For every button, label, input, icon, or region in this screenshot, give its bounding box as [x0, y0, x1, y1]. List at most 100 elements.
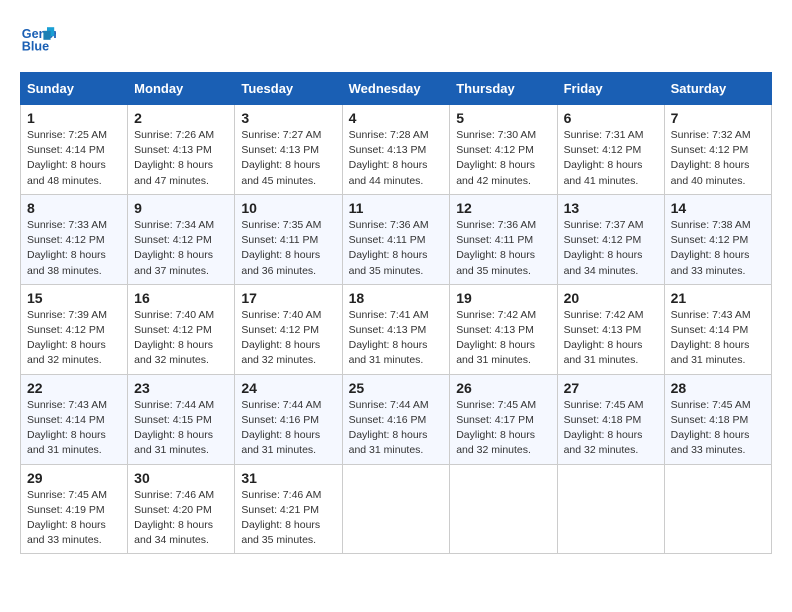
day-info: Sunrise: 7:42 AMSunset: 4:13 PMDaylight:… — [456, 309, 536, 367]
calendar-cell: 28 Sunrise: 7:45 AMSunset: 4:18 PMDaylig… — [664, 374, 771, 464]
calendar-cell: 26 Sunrise: 7:45 AMSunset: 4:17 PMDaylig… — [450, 374, 557, 464]
calendar-week-4: 22 Sunrise: 7:43 AMSunset: 4:14 PMDaylig… — [21, 374, 772, 464]
day-number: 30 — [134, 470, 228, 486]
calendar-cell: 24 Sunrise: 7:44 AMSunset: 4:16 PMDaylig… — [235, 374, 342, 464]
calendar-cell — [342, 464, 450, 554]
day-number: 26 — [456, 380, 550, 396]
calendar-cell: 30 Sunrise: 7:46 AMSunset: 4:20 PMDaylig… — [128, 464, 235, 554]
day-info: Sunrise: 7:31 AMSunset: 4:12 PMDaylight:… — [564, 129, 644, 187]
calendar-cell: 13 Sunrise: 7:37 AMSunset: 4:12 PMDaylig… — [557, 194, 664, 284]
calendar-cell: 3 Sunrise: 7:27 AMSunset: 4:13 PMDayligh… — [235, 105, 342, 195]
calendar-cell: 27 Sunrise: 7:45 AMSunset: 4:18 PMDaylig… — [557, 374, 664, 464]
logo-icon: General Blue — [20, 20, 56, 56]
day-number: 6 — [564, 110, 658, 126]
col-tuesday: Tuesday — [235, 73, 342, 105]
day-info: Sunrise: 7:45 AMSunset: 4:18 PMDaylight:… — [564, 399, 644, 457]
calendar-week-5: 29 Sunrise: 7:45 AMSunset: 4:19 PMDaylig… — [21, 464, 772, 554]
calendar-cell: 11 Sunrise: 7:36 AMSunset: 4:11 PMDaylig… — [342, 194, 450, 284]
calendar-cell: 29 Sunrise: 7:45 AMSunset: 4:19 PMDaylig… — [21, 464, 128, 554]
calendar-cell: 18 Sunrise: 7:41 AMSunset: 4:13 PMDaylig… — [342, 284, 450, 374]
day-number: 10 — [241, 200, 335, 216]
day-number: 16 — [134, 290, 228, 306]
day-info: Sunrise: 7:26 AMSunset: 4:13 PMDaylight:… — [134, 129, 214, 187]
day-info: Sunrise: 7:43 AMSunset: 4:14 PMDaylight:… — [671, 309, 751, 367]
calendar-cell: 21 Sunrise: 7:43 AMSunset: 4:14 PMDaylig… — [664, 284, 771, 374]
day-info: Sunrise: 7:38 AMSunset: 4:12 PMDaylight:… — [671, 219, 751, 277]
col-thursday: Thursday — [450, 73, 557, 105]
day-info: Sunrise: 7:46 AMSunset: 4:20 PMDaylight:… — [134, 489, 214, 547]
calendar-cell: 25 Sunrise: 7:44 AMSunset: 4:16 PMDaylig… — [342, 374, 450, 464]
calendar-cell: 23 Sunrise: 7:44 AMSunset: 4:15 PMDaylig… — [128, 374, 235, 464]
day-number: 31 — [241, 470, 335, 486]
day-number: 23 — [134, 380, 228, 396]
day-number: 15 — [27, 290, 121, 306]
day-info: Sunrise: 7:44 AMSunset: 4:16 PMDaylight:… — [241, 399, 321, 457]
calendar-cell: 12 Sunrise: 7:36 AMSunset: 4:11 PMDaylig… — [450, 194, 557, 284]
day-number: 4 — [349, 110, 444, 126]
calendar-cell: 20 Sunrise: 7:42 AMSunset: 4:13 PMDaylig… — [557, 284, 664, 374]
col-saturday: Saturday — [664, 73, 771, 105]
day-info: Sunrise: 7:36 AMSunset: 4:11 PMDaylight:… — [349, 219, 429, 277]
day-info: Sunrise: 7:36 AMSunset: 4:11 PMDaylight:… — [456, 219, 536, 277]
calendar-cell: 14 Sunrise: 7:38 AMSunset: 4:12 PMDaylig… — [664, 194, 771, 284]
day-number: 18 — [349, 290, 444, 306]
calendar-table: Sunday Monday Tuesday Wednesday Thursday… — [20, 72, 772, 554]
calendar-cell: 19 Sunrise: 7:42 AMSunset: 4:13 PMDaylig… — [450, 284, 557, 374]
day-number: 3 — [241, 110, 335, 126]
day-info: Sunrise: 7:39 AMSunset: 4:12 PMDaylight:… — [27, 309, 107, 367]
day-info: Sunrise: 7:28 AMSunset: 4:13 PMDaylight:… — [349, 129, 429, 187]
day-info: Sunrise: 7:27 AMSunset: 4:13 PMDaylight:… — [241, 129, 321, 187]
day-info: Sunrise: 7:42 AMSunset: 4:13 PMDaylight:… — [564, 309, 644, 367]
day-info: Sunrise: 7:44 AMSunset: 4:16 PMDaylight:… — [349, 399, 429, 457]
day-info: Sunrise: 7:32 AMSunset: 4:12 PMDaylight:… — [671, 129, 751, 187]
day-info: Sunrise: 7:45 AMSunset: 4:17 PMDaylight:… — [456, 399, 536, 457]
day-number: 13 — [564, 200, 658, 216]
calendar-cell: 5 Sunrise: 7:30 AMSunset: 4:12 PMDayligh… — [450, 105, 557, 195]
day-number: 14 — [671, 200, 765, 216]
col-monday: Monday — [128, 73, 235, 105]
day-number: 11 — [349, 200, 444, 216]
logo: General Blue — [20, 20, 60, 56]
calendar-cell — [557, 464, 664, 554]
day-number: 12 — [456, 200, 550, 216]
day-number: 19 — [456, 290, 550, 306]
day-number: 7 — [671, 110, 765, 126]
calendar-cell — [450, 464, 557, 554]
day-number: 2 — [134, 110, 228, 126]
calendar-cell: 9 Sunrise: 7:34 AMSunset: 4:12 PMDayligh… — [128, 194, 235, 284]
calendar-cell: 31 Sunrise: 7:46 AMSunset: 4:21 PMDaylig… — [235, 464, 342, 554]
calendar-cell: 4 Sunrise: 7:28 AMSunset: 4:13 PMDayligh… — [342, 105, 450, 195]
day-number: 28 — [671, 380, 765, 396]
day-number: 24 — [241, 380, 335, 396]
day-number: 22 — [27, 380, 121, 396]
header-row: Sunday Monday Tuesday Wednesday Thursday… — [21, 73, 772, 105]
calendar-cell: 22 Sunrise: 7:43 AMSunset: 4:14 PMDaylig… — [21, 374, 128, 464]
day-info: Sunrise: 7:37 AMSunset: 4:12 PMDaylight:… — [564, 219, 644, 277]
calendar-cell: 7 Sunrise: 7:32 AMSunset: 4:12 PMDayligh… — [664, 105, 771, 195]
calendar-cell: 1 Sunrise: 7:25 AMSunset: 4:14 PMDayligh… — [21, 105, 128, 195]
day-number: 20 — [564, 290, 658, 306]
day-number: 17 — [241, 290, 335, 306]
day-info: Sunrise: 7:46 AMSunset: 4:21 PMDaylight:… — [241, 489, 321, 547]
day-info: Sunrise: 7:43 AMSunset: 4:14 PMDaylight:… — [27, 399, 107, 457]
calendar-cell — [664, 464, 771, 554]
day-number: 9 — [134, 200, 228, 216]
day-info: Sunrise: 7:41 AMSunset: 4:13 PMDaylight:… — [349, 309, 429, 367]
calendar-cell: 15 Sunrise: 7:39 AMSunset: 4:12 PMDaylig… — [21, 284, 128, 374]
day-info: Sunrise: 7:35 AMSunset: 4:11 PMDaylight:… — [241, 219, 321, 277]
calendar-cell: 10 Sunrise: 7:35 AMSunset: 4:11 PMDaylig… — [235, 194, 342, 284]
calendar-body: 1 Sunrise: 7:25 AMSunset: 4:14 PMDayligh… — [21, 105, 772, 554]
day-number: 21 — [671, 290, 765, 306]
calendar-cell: 8 Sunrise: 7:33 AMSunset: 4:12 PMDayligh… — [21, 194, 128, 284]
day-info: Sunrise: 7:25 AMSunset: 4:14 PMDaylight:… — [27, 129, 107, 187]
day-number: 5 — [456, 110, 550, 126]
day-info: Sunrise: 7:33 AMSunset: 4:12 PMDaylight:… — [27, 219, 107, 277]
calendar-header: Sunday Monday Tuesday Wednesday Thursday… — [21, 73, 772, 105]
day-number: 8 — [27, 200, 121, 216]
col-sunday: Sunday — [21, 73, 128, 105]
col-wednesday: Wednesday — [342, 73, 450, 105]
day-number: 25 — [349, 380, 444, 396]
day-info: Sunrise: 7:45 AMSunset: 4:19 PMDaylight:… — [27, 489, 107, 547]
calendar-cell: 17 Sunrise: 7:40 AMSunset: 4:12 PMDaylig… — [235, 284, 342, 374]
day-info: Sunrise: 7:45 AMSunset: 4:18 PMDaylight:… — [671, 399, 751, 457]
